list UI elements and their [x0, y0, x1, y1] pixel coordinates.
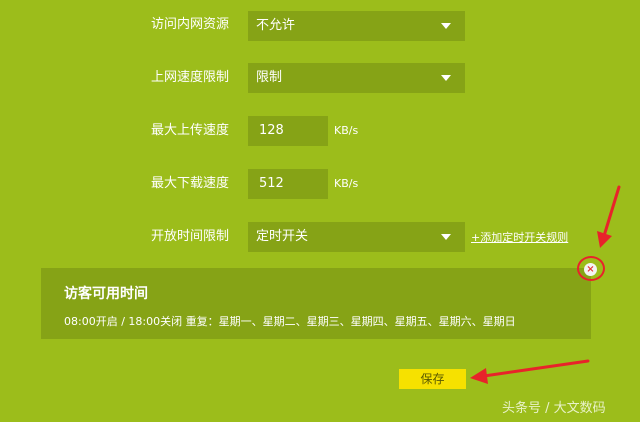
open-time-value: 定时开关 — [256, 229, 309, 244]
arrow-to-save-button — [470, 359, 590, 384]
intranet-access-value: 不允许 — [256, 18, 296, 33]
download-speed-label: 最大下载速度 — [151, 176, 230, 191]
download-speed-input[interactable]: 512 — [248, 169, 328, 199]
download-speed-unit: KB/s — [334, 177, 359, 190]
open-time-label: 开放时间限制 — [151, 229, 230, 244]
intranet-access-label: 访问内网资源 — [151, 17, 230, 32]
save-button[interactable]: 保存 — [399, 369, 466, 389]
watermark: 头条号 / 大文数码 — [502, 401, 606, 416]
speed-limit-value: 限制 — [256, 70, 283, 85]
upload-speed-unit: KB/s — [334, 124, 359, 137]
add-schedule-rule-link[interactable]: +添加定时开关规则 — [471, 231, 568, 245]
intranet-access-select[interactable]: 不允许 — [248, 11, 465, 41]
speed-limit-select[interactable]: 限制 — [248, 63, 465, 93]
guest-time-panel: 访客可用时间 08:00开启 / 18:00关闭 重复：星期一、星期二、星期三、… — [41, 268, 591, 339]
guest-time-detail: 08:00开启 / 18:00关闭 重复：星期一、星期二、星期三、星期四、星期五… — [64, 315, 516, 328]
arrow-to-delete-icon — [597, 185, 621, 248]
speed-limit-label: 上网速度限制 — [151, 70, 230, 85]
chevron-down-icon — [441, 23, 451, 29]
upload-speed-label: 最大上传速度 — [151, 123, 230, 138]
chevron-down-icon — [441, 75, 451, 81]
chevron-down-icon — [441, 234, 451, 240]
upload-speed-input[interactable]: 128 — [248, 116, 328, 146]
guest-time-title: 访客可用时间 — [64, 286, 148, 302]
open-time-select[interactable]: 定时开关 — [248, 222, 465, 252]
annotation-circle — [577, 256, 605, 281]
